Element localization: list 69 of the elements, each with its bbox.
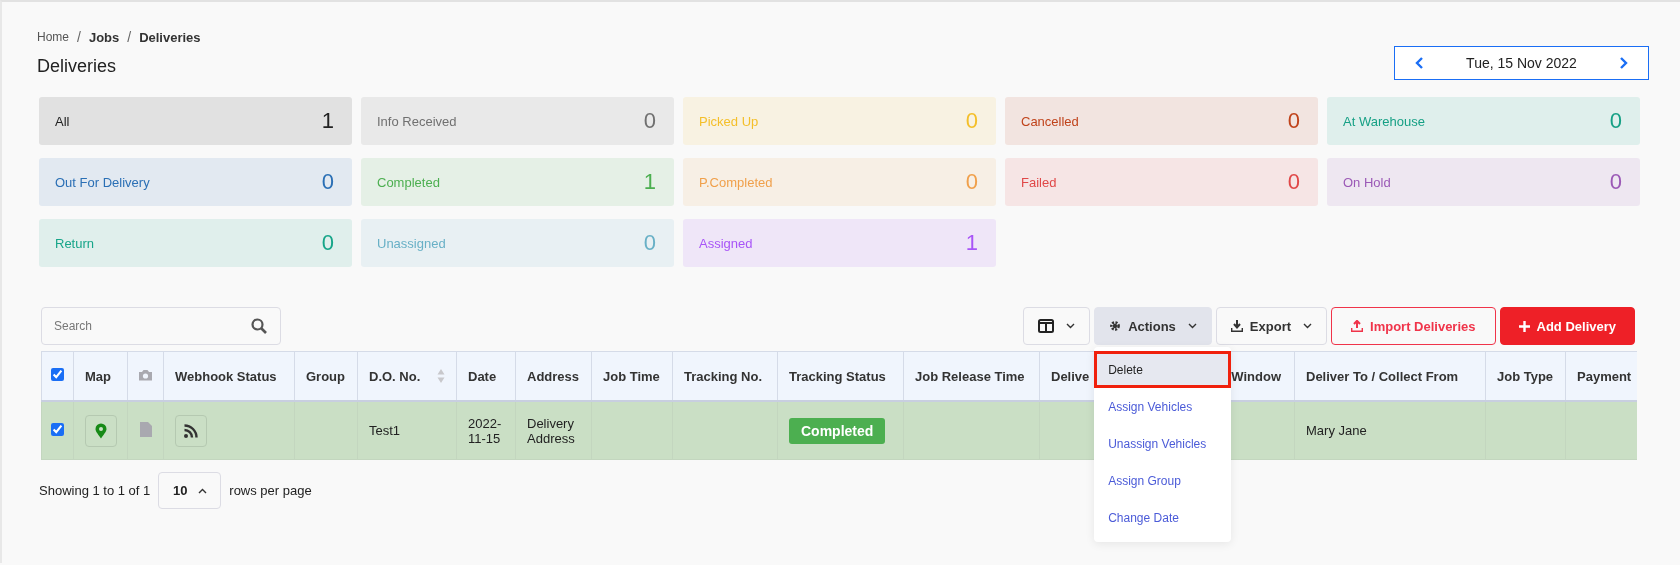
column-header: Payment xyxy=(1565,351,1637,401)
gear-icon xyxy=(1109,320,1122,332)
webhook-button[interactable] xyxy=(175,414,207,447)
rss-icon xyxy=(184,423,198,438)
table-cell: 2022-11-15 xyxy=(456,401,516,460)
import-button[interactable]: Import Deliveries xyxy=(1331,307,1496,345)
menu-item[interactable]: Assign Group xyxy=(1094,462,1232,499)
column-header: Job Release Time xyxy=(903,351,1040,401)
status-card[interactable]: On Hold 0 xyxy=(1327,158,1640,206)
map-pin-icon xyxy=(95,422,107,439)
export-button[interactable]: Export xyxy=(1215,307,1327,345)
row-checkbox[interactable] xyxy=(51,422,64,436)
column-header: Date xyxy=(456,351,516,401)
table-cell: Mary Jane xyxy=(1294,401,1486,460)
column-header: Job Time xyxy=(591,351,673,401)
status-card[interactable]: Completed 1 xyxy=(361,158,674,206)
breadcrumb-item[interactable]: Jobs xyxy=(88,29,120,45)
file-icon xyxy=(139,421,152,437)
page-size-select[interactable]: 10 xyxy=(158,472,222,509)
status-card[interactable]: Assigned 1 xyxy=(683,219,996,267)
table-cell: Delivery Address xyxy=(515,401,592,460)
breadcrumb-separator: / xyxy=(127,29,132,45)
breadcrumb-item[interactable]: Deliveries xyxy=(139,29,201,45)
caret-icon xyxy=(1303,323,1312,329)
breadcrumb-item[interactable]: Home xyxy=(37,30,69,44)
select-all-checkbox[interactable] xyxy=(51,368,64,381)
column-header: Tracking No. xyxy=(672,351,778,401)
search-field[interactable]: Search xyxy=(41,307,281,345)
search-icon[interactable] xyxy=(251,318,267,334)
table-cell xyxy=(1565,401,1637,460)
caret-icon xyxy=(1066,323,1076,329)
status-card[interactable]: Out For Delivery 0 xyxy=(39,158,352,206)
table-cell: Test1 xyxy=(357,401,457,460)
status-card[interactable]: Failed 0 xyxy=(1005,158,1318,206)
chevron-right-icon[interactable] xyxy=(1619,57,1628,69)
column-header: D.O. No. xyxy=(357,351,457,401)
status-card[interactable]: Info Received 0 xyxy=(361,97,674,145)
page-title: Deliveries xyxy=(37,56,118,77)
column-header: Job Type xyxy=(1485,351,1566,401)
status-card[interactable]: At Warehouse 0 xyxy=(1327,97,1640,145)
caret-icon xyxy=(1187,323,1197,329)
menu-item[interactable]: Change Date xyxy=(1094,499,1232,536)
columns-button[interactable] xyxy=(1023,307,1091,345)
menu-item[interactable]: Unassign Vehicles xyxy=(1094,425,1232,462)
rows-per-page-label: rows per page xyxy=(229,483,312,498)
map-button[interactable] xyxy=(85,414,117,447)
breadcrumb-separator: / xyxy=(77,29,81,45)
status-card[interactable]: Cancelled 0 xyxy=(1005,97,1318,145)
column-header: Tracking Status xyxy=(777,351,904,401)
plus-icon xyxy=(1518,320,1530,332)
caret-up-icon xyxy=(197,487,207,494)
column-header: Address xyxy=(515,351,592,401)
columns-icon xyxy=(1038,319,1055,333)
download-icon xyxy=(1230,320,1243,332)
status-card[interactable]: Return 0 xyxy=(39,219,352,267)
status-card[interactable]: All 1 xyxy=(39,97,352,145)
actions-button[interactable]: Actions xyxy=(1094,307,1212,345)
menu-item[interactable]: Delete xyxy=(1094,351,1232,388)
column-header: Webhook Status xyxy=(163,351,295,401)
pagination-summary: Showing 1 to 1 of 1 xyxy=(39,483,151,498)
camera-icon xyxy=(138,368,153,381)
add-button[interactable]: Add Delivery xyxy=(1499,307,1635,345)
date-picker[interactable]: Tue, 15 Nov 2022 xyxy=(1394,46,1649,80)
status-badge: Completed xyxy=(789,417,886,444)
column-header: Group xyxy=(294,351,358,401)
upload-icon xyxy=(1351,320,1363,332)
column-header: Map xyxy=(73,351,128,401)
column-header: Deliver To / Collect From xyxy=(1294,351,1486,401)
chevron-left-icon[interactable] xyxy=(1415,57,1424,69)
